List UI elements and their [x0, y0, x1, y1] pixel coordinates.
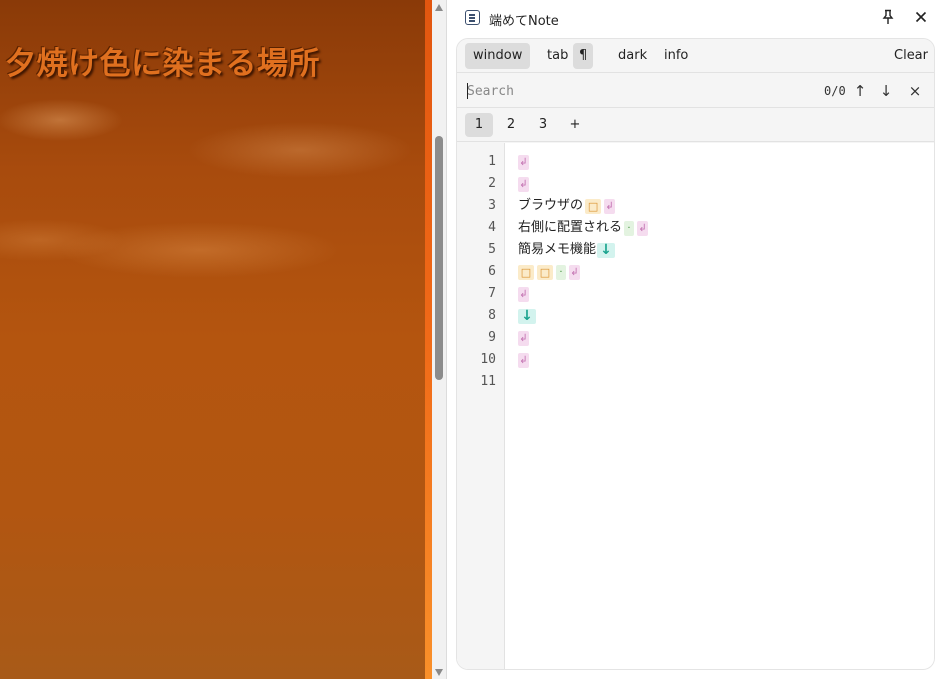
- text-caret: [467, 83, 468, 99]
- line-number: 9: [488, 330, 496, 345]
- line-text: 右側に配置される: [518, 220, 623, 235]
- memo-editor[interactable]: 1 2 3 4 5 6 7 8 9 10 11 ↲ ↲ ブラウザの □ ↲ 右側…: [457, 143, 934, 669]
- line-number: 1: [488, 154, 496, 169]
- editor-line[interactable]: ↓: [518, 305, 539, 327]
- add-page-button[interactable]: +: [561, 113, 589, 137]
- line-number: 10: [480, 352, 496, 367]
- clear-button[interactable]: Clear: [886, 43, 934, 69]
- info-button[interactable]: info: [656, 43, 696, 69]
- newline-marker: ↲: [518, 154, 529, 170]
- pilcrow-toggle-button[interactable]: ¶: [573, 43, 594, 69]
- line-number: 7: [488, 286, 496, 301]
- search-match-count: 0/0: [824, 84, 846, 98]
- line-text: 簡易メモ機能: [518, 242, 597, 257]
- editor-line[interactable]: 右側に配置される · ↲: [518, 217, 651, 239]
- editor-line[interactable]: 簡易メモ機能 ↓: [518, 239, 618, 261]
- memo-side-panel: 端めてNote window tab ¶ dark info Clear 0/0…: [447, 0, 942, 679]
- app-icon: [465, 10, 480, 25]
- linefeed-marker: ↓: [518, 308, 536, 324]
- newline-marker: ↲: [518, 176, 529, 192]
- scroll-up-icon[interactable]: [435, 4, 443, 11]
- window-button[interactable]: window: [465, 43, 531, 69]
- editor-line[interactable]: ↲: [518, 327, 532, 349]
- line-number: 8: [488, 308, 496, 323]
- line-number: 3: [488, 198, 496, 213]
- app-title: 端めてNote: [489, 14, 559, 29]
- toolbar: window tab ¶ dark info Clear: [457, 39, 934, 73]
- page-title: 夕焼け色に染まる場所: [5, 46, 320, 82]
- newline-marker: ↲: [637, 220, 649, 236]
- line-number: 5: [488, 242, 496, 257]
- search-input[interactable]: [467, 80, 807, 102]
- editor-line[interactable]: ↲: [518, 173, 532, 195]
- scrollbar-thumb[interactable]: [435, 136, 443, 380]
- page-tab-3[interactable]: 3: [529, 113, 557, 137]
- fullwidth-space-marker: □: [518, 264, 534, 280]
- search-close-button[interactable]: ×: [905, 81, 925, 101]
- newline-marker: ↲: [604, 198, 616, 214]
- tab-button[interactable]: tab: [539, 43, 576, 69]
- web-page-background: 夕焼け色に染まる場所: [0, 0, 425, 679]
- newline-marker: ↲: [518, 352, 529, 368]
- line-number: 2: [488, 176, 496, 191]
- scroll-down-icon[interactable]: [435, 669, 443, 676]
- page-edge-strip: [425, 0, 432, 679]
- newline-marker: ↲: [518, 286, 529, 302]
- page-tabs: 1 2 3 +: [457, 109, 934, 142]
- pin-icon[interactable]: [881, 9, 895, 25]
- linefeed-marker: ↓: [597, 242, 616, 258]
- newline-marker: ↲: [518, 330, 529, 346]
- page-scrollbar[interactable]: [432, 0, 446, 679]
- search-prev-button[interactable]: ↑: [850, 81, 870, 101]
- line-text: ブラウザの: [518, 198, 584, 213]
- editor-line[interactable]: ↲: [518, 283, 532, 305]
- fullwidth-space-marker: □: [537, 264, 553, 280]
- halfwidth-space-marker: ·: [556, 264, 566, 280]
- editor-line[interactable]: □ □ · ↲: [518, 261, 583, 283]
- page-tab-1[interactable]: 1: [465, 113, 493, 137]
- line-number-gutter: 1 2 3 4 5 6 7 8 9 10 11: [457, 143, 505, 669]
- search-next-button[interactable]: ↓: [876, 81, 896, 101]
- search-bar: 0/0 ↑ ↓ ×: [457, 74, 934, 108]
- memo-card: window tab ¶ dark info Clear 0/0 ↑ ↓ × 1…: [456, 38, 935, 670]
- dark-mode-button[interactable]: dark: [610, 43, 655, 69]
- panel-titlebar: 端めてNote: [447, 0, 942, 36]
- page-tab-2[interactable]: 2: [497, 113, 525, 137]
- close-icon[interactable]: [913, 9, 929, 25]
- line-number: 6: [488, 264, 496, 279]
- halfwidth-space-marker: ·: [624, 220, 635, 236]
- line-number: 4: [488, 220, 496, 235]
- line-number: 11: [480, 374, 496, 389]
- fullwidth-space-marker: □: [585, 198, 602, 214]
- editor-line[interactable]: ↲: [518, 349, 532, 371]
- newline-marker: ↲: [569, 264, 580, 280]
- editor-line[interactable]: ↲: [518, 151, 532, 173]
- editor-line[interactable]: ブラウザの □ ↲: [518, 195, 618, 217]
